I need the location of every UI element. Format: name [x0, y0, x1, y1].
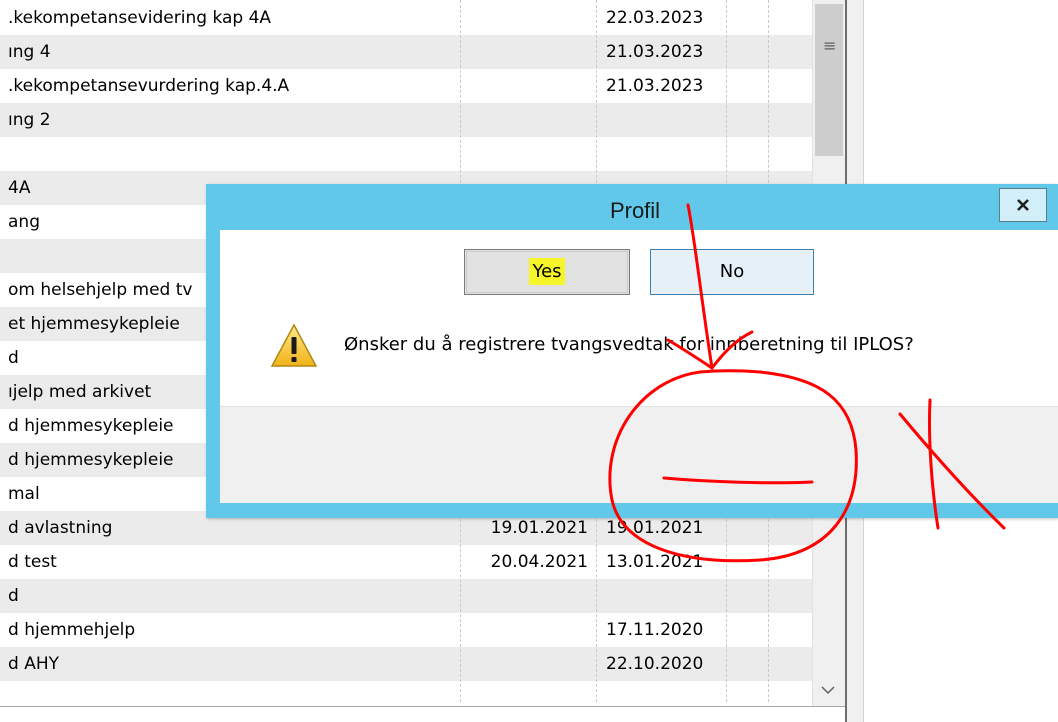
row-date-from: 20.04.2021	[490, 552, 588, 572]
table-row[interactable]: d	[0, 579, 812, 613]
row-date-to: 21.03.2023	[606, 42, 704, 62]
row-date-to: 21.03.2023	[606, 76, 704, 96]
close-icon	[1017, 199, 1029, 211]
dialog-message: Ønsker du å registrere tvangsvedtak for …	[344, 334, 914, 355]
row-date-to	[606, 103, 726, 137]
table-row[interactable]	[0, 137, 812, 171]
no-button-label: No	[719, 261, 745, 282]
row-name	[8, 137, 458, 171]
row-date-from	[464, 35, 588, 69]
row-name: .kekompetansevurdering kap.4.A	[8, 76, 290, 96]
row-date-from	[464, 69, 588, 103]
table-row[interactable]: .kekompetansevidering kap 4A 22.03.2023	[0, 1, 812, 35]
dialog-title: Profil	[609, 198, 661, 223]
row-date-from	[464, 103, 588, 137]
row-date-to: 13.01.2021	[606, 552, 704, 572]
row-name: .kekompetansevidering kap 4A	[8, 8, 272, 28]
chevron-down-icon[interactable]	[819, 684, 837, 698]
row-date-from	[464, 1, 588, 35]
row-date-to: 22.03.2023	[606, 8, 704, 28]
table-row[interactable]: ıng 4 21.03.2023	[0, 35, 812, 69]
row-date-from	[464, 647, 588, 681]
row-date-from	[464, 613, 588, 647]
yes-button-label: Yes	[529, 258, 565, 285]
row-date-to: 17.11.2020	[606, 620, 704, 640]
table-row[interactable]: d AHY 22.10.2020	[0, 647, 812, 681]
yes-button[interactable]: Yes	[464, 249, 630, 295]
row-date-from	[464, 137, 588, 171]
row-date-to	[606, 579, 726, 613]
row-name: ıng 4	[8, 42, 51, 62]
confirm-dialog: Profil Ønsker du å registrere tvangsvedt…	[206, 184, 1058, 518]
row-name: ıng 2	[8, 110, 51, 130]
list-bottom-border	[0, 706, 846, 707]
row-name: d test	[8, 552, 57, 572]
no-button[interactable]: No	[650, 249, 814, 295]
row-date-to	[606, 137, 726, 171]
row-name: d hjemmehjelp	[8, 620, 136, 640]
table-row[interactable]: d test 20.04.2021 13.01.2021	[0, 545, 812, 579]
row-date-from	[464, 579, 588, 613]
table-row[interactable]: ıng 2	[0, 103, 812, 137]
dialog-body: Ønsker du å registrere tvangsvedtak for …	[220, 230, 1058, 406]
close-button[interactable]	[999, 188, 1047, 222]
warning-icon	[270, 322, 318, 370]
scroll-grip-icon: ≡	[823, 36, 837, 55]
table-row[interactable]: .kekompetansevurdering kap.4.A 21.03.2023	[0, 69, 812, 103]
row-name: d	[8, 586, 19, 606]
row-date-to: 22.10.2020	[606, 654, 704, 674]
row-name: d AHY	[8, 654, 59, 674]
table-row[interactable]: d hjemmehjelp 17.11.2020	[0, 613, 812, 647]
scrollbar-thumb[interactable]: ≡	[815, 4, 843, 156]
dialog-footer	[220, 406, 1058, 503]
